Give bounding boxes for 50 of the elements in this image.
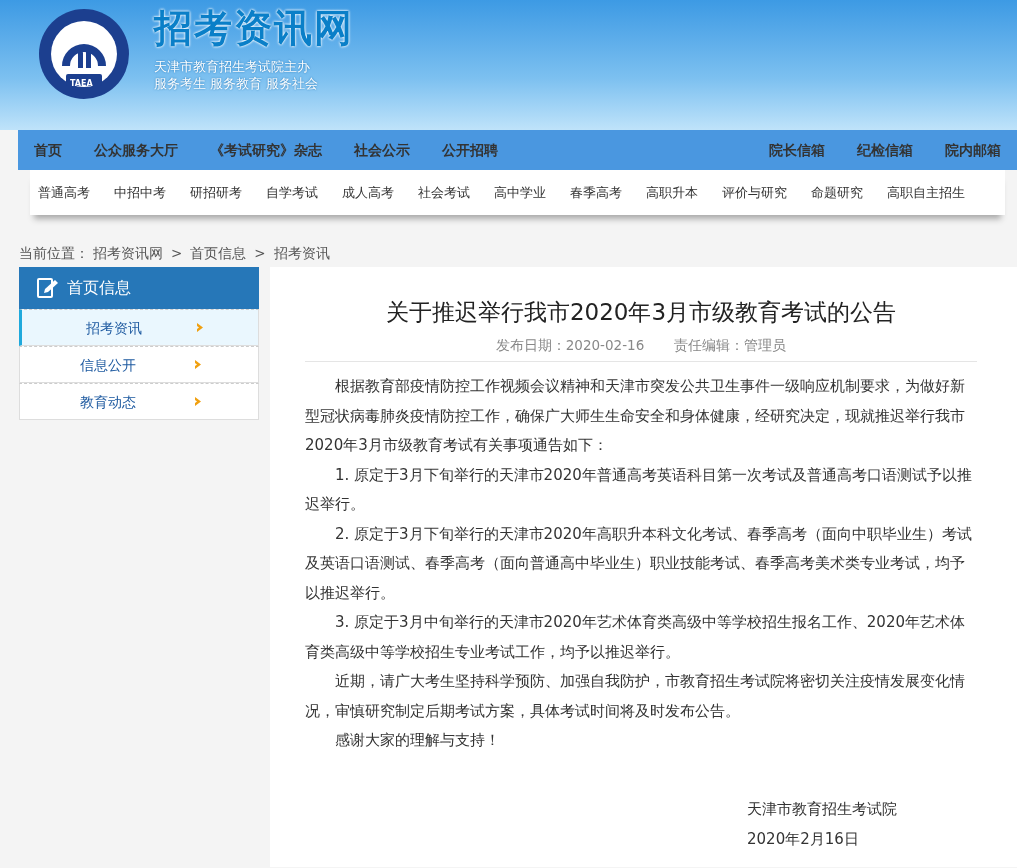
breadcrumb-separator: > (171, 244, 183, 263)
sub-nav-link[interactable]: 社会考试 (418, 182, 470, 203)
signature-line: 天津市教育招生考试院 (747, 798, 897, 820)
signature-line: 2020年2月16日 (747, 828, 860, 850)
sub-nav-link[interactable]: 成人高考 (342, 182, 394, 203)
sub-nav-link[interactable]: 评价与研究 (722, 182, 787, 203)
nav-link[interactable]: 院内邮箱 (929, 130, 1017, 170)
sub-nav-link[interactable]: 命题研究 (811, 182, 863, 203)
nav-link[interactable]: 首页 (18, 130, 78, 170)
nav-link[interactable]: 公开招聘 (426, 130, 514, 170)
nav-link[interactable]: 院长信箱 (753, 130, 841, 170)
breadcrumb-link[interactable]: 招考资讯 (273, 243, 330, 264)
nav-link[interactable]: 社会公示 (338, 130, 426, 170)
sidebar-item[interactable]: 教育动态 (19, 383, 259, 421)
sub-nav-link[interactable]: 中招中考 (114, 182, 166, 203)
nav-link[interactable]: 公众服务大厅 (78, 130, 194, 170)
breadcrumb-link[interactable]: 首页信息 (190, 243, 247, 264)
sub-nav-link[interactable]: 自学考试 (266, 182, 318, 203)
sub-nav-link[interactable]: 高中学业 (494, 182, 546, 203)
sidebar-item[interactable]: 信息公开 (19, 346, 259, 384)
sub-nav-link[interactable]: 春季高考 (570, 182, 622, 203)
article-paragraph: 根据教育部疫情防控工作视频会议精神和天津市突发公共卫生事件一级响应机制要求，为做好新型冠状病毒肺炎疫情防控工作，确保广大师生生命安全和身体健康，经研究决定，现就推迟举行我市2020年3月市级教育考试有关事项通告如下： (305, 376, 966, 457)
article-title: 关于推迟举行我市2020年3月市级教育考试的公告 (384, 299, 898, 327)
site-title: 招考资讯网 (154, 8, 354, 50)
logo-text: TAEA (70, 78, 93, 90)
article-meta: 责任编辑：管理员 (674, 335, 787, 355)
tagline: 天津市教育招生考试院主办 (154, 57, 311, 76)
sub-nav-link[interactable]: 普通高考 (38, 182, 90, 203)
article-paragraph: 1. 原定于3月下旬举行的天津市2020年普通高考英语科目第一次考试及普通高考口语测试予以推迟举行。 (305, 464, 973, 516)
sub-nav-link[interactable]: 研招研考 (190, 182, 242, 203)
sidebar-title: 首页信息 (67, 277, 131, 300)
nav-link[interactable]: 纪检信箱 (841, 130, 929, 170)
chevron-icon (195, 360, 201, 370)
tagline: 服务考生 服务教育 服务社会 (154, 75, 320, 93)
article-meta: 发布日期：2020-02-16 (495, 335, 645, 355)
article-paragraph: 2. 原定于3月下旬举行的天津市2020年高职升本科文化考试、春季高考（面向中职毕业生）考试及英语口语测试、春季高考（面向普通高中毕业生）职业技能考试、春季高考美术类专业考试，均予以推迟举行。 (305, 523, 973, 604)
breadcrumb-label: 当前位置： (19, 244, 89, 263)
sub-nav-link[interactable]: 高职自主招生 (887, 182, 965, 203)
logo-icon (38, 8, 130, 100)
chevron-icon (195, 397, 201, 407)
article-paragraph: 3. 原定于3月中旬举行的天津市2020年艺术体育类高级中等学校招生报名工作、2020年艺术体育类高级中等学校招生专业考试工作，均予以推迟举行。 (305, 612, 966, 663)
sidebar-item[interactable]: 招考资讯 (19, 309, 259, 347)
sub-nav-link[interactable]: 高职升本 (646, 182, 698, 203)
article-paragraph: 近期，请广大考生坚持科学预防、加强自我防护，市教育招生考试院将密切关注疫情发展变化情况，审慎研究制定后期考试方案，具体考试时间将及时发布公告。 (305, 671, 966, 722)
breadcrumb-link[interactable]: 招考资讯网 (93, 243, 163, 264)
breadcrumb-separator: > (254, 244, 266, 263)
nav-link[interactable]: 《考试研究》杂志 (194, 130, 338, 170)
edit-icon (35, 276, 59, 301)
chevron-icon (197, 323, 203, 333)
article-paragraph: 感谢大家的理解与支持！ (334, 730, 501, 752)
